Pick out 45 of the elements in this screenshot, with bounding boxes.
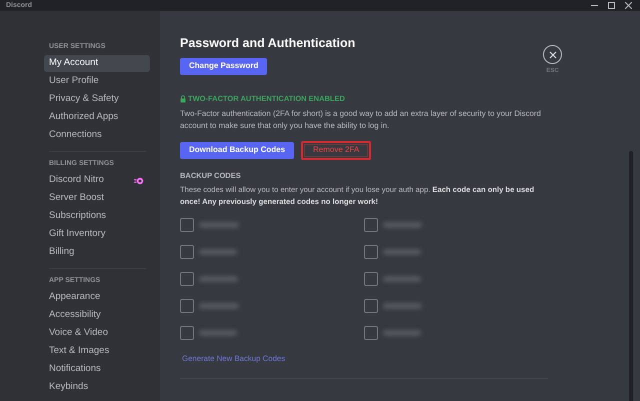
sidebar-item[interactable]: Privacy & Safety xyxy=(44,91,150,108)
close-icon xyxy=(548,50,556,58)
sidebar-item[interactable]: Accessibility xyxy=(44,307,150,324)
redacted-code xyxy=(199,222,239,228)
checkbox[interactable] xyxy=(364,245,378,259)
sidebar-item[interactable]: My Account xyxy=(44,55,150,72)
redacted-code xyxy=(199,276,238,282)
checkbox[interactable] xyxy=(364,326,378,340)
sidebar-item[interactable]: Discord Nitro xyxy=(44,172,150,189)
checkbox[interactable] xyxy=(364,218,378,232)
redacted-code xyxy=(383,330,421,336)
checkbox[interactable] xyxy=(180,326,194,340)
sidebar-item[interactable]: Connections xyxy=(44,127,150,144)
sidebar-item[interactable]: Keybinds xyxy=(44,379,150,396)
lock-icon xyxy=(180,94,186,102)
close-button[interactable] xyxy=(543,45,562,64)
sidebar-item[interactable]: Billing xyxy=(44,244,150,261)
redacted-code xyxy=(383,222,422,228)
minimize-icon[interactable] xyxy=(591,2,598,9)
redacted-code xyxy=(199,249,237,255)
redacted-code xyxy=(199,303,239,309)
checkbox[interactable] xyxy=(180,299,194,313)
sidebar-item[interactable]: Subscriptions xyxy=(44,208,150,225)
redacted-code xyxy=(383,303,422,309)
redacted-code xyxy=(383,276,421,282)
download-codes-button[interactable]: Download Backup Codes xyxy=(180,142,294,158)
sidebar-item[interactable]: Appearance xyxy=(44,289,150,306)
close-icon[interactable] xyxy=(625,2,632,9)
page-title: Password and Authentication xyxy=(180,37,356,50)
sidebar-item[interactable]: Voice & Video xyxy=(44,325,150,342)
checkbox[interactable] xyxy=(364,272,378,286)
checkbox[interactable] xyxy=(180,272,194,286)
sidebar-item[interactable]: Notifications xyxy=(44,361,150,378)
sidebar-item[interactable]: Gift Inventory xyxy=(44,226,150,243)
redacted-code xyxy=(199,330,237,336)
change-password-button[interactable]: Change Password xyxy=(180,58,268,74)
checkbox[interactable] xyxy=(364,299,378,313)
checkbox[interactable] xyxy=(180,218,194,232)
sidebar-item[interactable]: Server Boost xyxy=(44,190,150,207)
sidebar-item[interactable]: Authorized Apps xyxy=(44,109,150,126)
checkbox[interactable] xyxy=(180,245,194,259)
sidebar-item[interactable]: User Profile xyxy=(44,73,150,90)
sidebar-item[interactable]: Text & Images xyxy=(44,343,150,360)
maximize-icon[interactable] xyxy=(608,2,615,9)
redacted-code xyxy=(383,249,421,255)
